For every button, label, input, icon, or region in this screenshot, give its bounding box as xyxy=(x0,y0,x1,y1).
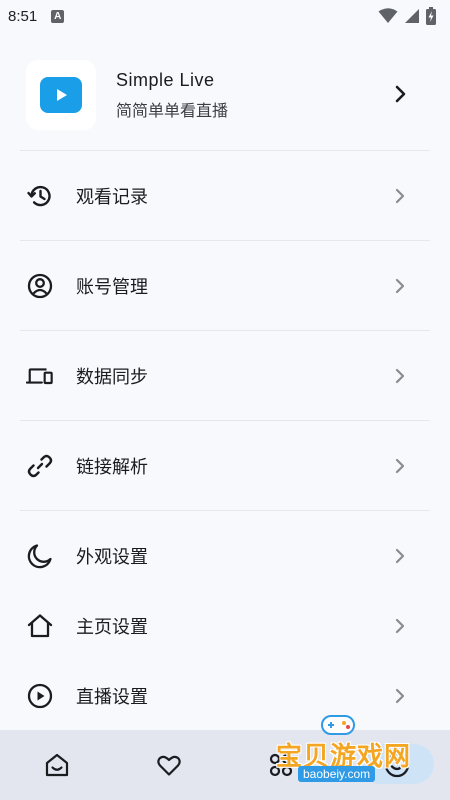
chevron-right-icon xyxy=(395,618,405,634)
chevron-right-icon xyxy=(395,368,405,384)
menu-item-label: 链接解析 xyxy=(76,457,148,478)
menu-item-label: 数据同步 xyxy=(76,367,148,388)
menu-item-account-management[interactable]: 账号管理 xyxy=(0,256,450,316)
moon-icon xyxy=(26,542,54,570)
app-name: Simple Live xyxy=(116,69,215,90)
chevron-right-icon xyxy=(395,188,405,204)
status-time: 8:51 xyxy=(8,7,38,25)
divider xyxy=(20,240,430,241)
status-indicators xyxy=(378,7,436,25)
menu-item-label: 观看记录 xyxy=(76,187,148,208)
menu-item-label: 账号管理 xyxy=(76,277,148,298)
watermark-url: baobeiy.com xyxy=(298,766,376,782)
wifi-icon xyxy=(378,8,398,23)
account-circle-icon xyxy=(26,272,54,300)
menu-item-label: 直播设置 xyxy=(76,687,148,708)
app-profile-row[interactable]: Simple Live 简简单单看直播 xyxy=(26,58,430,132)
menu-item-label: 外观设置 xyxy=(76,547,148,568)
menu-item-home-settings[interactable]: 主页设置 xyxy=(0,596,450,656)
notification-icon: A xyxy=(51,9,65,23)
status-bar: 8:51 A xyxy=(0,0,450,32)
battery-icon xyxy=(426,7,436,25)
divider xyxy=(20,150,430,151)
chevron-right-icon xyxy=(395,85,406,103)
chevron-right-icon xyxy=(395,278,405,294)
play-logo-icon xyxy=(40,77,82,113)
devices-icon xyxy=(26,362,54,390)
menu-item-link-parse[interactable]: 链接解析 xyxy=(0,436,450,496)
home-icon xyxy=(45,753,69,777)
play-circle-icon xyxy=(26,682,54,710)
gamepad-icon xyxy=(321,715,355,735)
divider xyxy=(20,510,430,511)
home-icon xyxy=(26,612,54,640)
divider xyxy=(20,420,430,421)
chevron-right-icon xyxy=(395,458,405,474)
watermark: 宝贝游戏网 baobeiy.com xyxy=(276,712,436,788)
signal-icon xyxy=(405,9,419,23)
app-subtitle: 简简单单看直播 xyxy=(116,100,229,120)
nav-favorites-button[interactable] xyxy=(152,748,186,782)
nav-home-button[interactable] xyxy=(40,748,74,782)
menu-item-appearance-settings[interactable]: 外观设置 xyxy=(0,526,450,586)
link-icon xyxy=(26,452,54,480)
chevron-right-icon xyxy=(395,548,405,564)
history-icon xyxy=(26,182,54,210)
divider xyxy=(20,330,430,331)
menu-item-watch-history[interactable]: 观看记录 xyxy=(0,166,450,226)
menu-item-data-sync[interactable]: 数据同步 xyxy=(0,346,450,406)
menu-item-label: 主页设置 xyxy=(76,617,148,638)
app-logo xyxy=(26,60,96,130)
chevron-right-icon xyxy=(395,688,405,704)
heart-icon xyxy=(157,755,181,776)
